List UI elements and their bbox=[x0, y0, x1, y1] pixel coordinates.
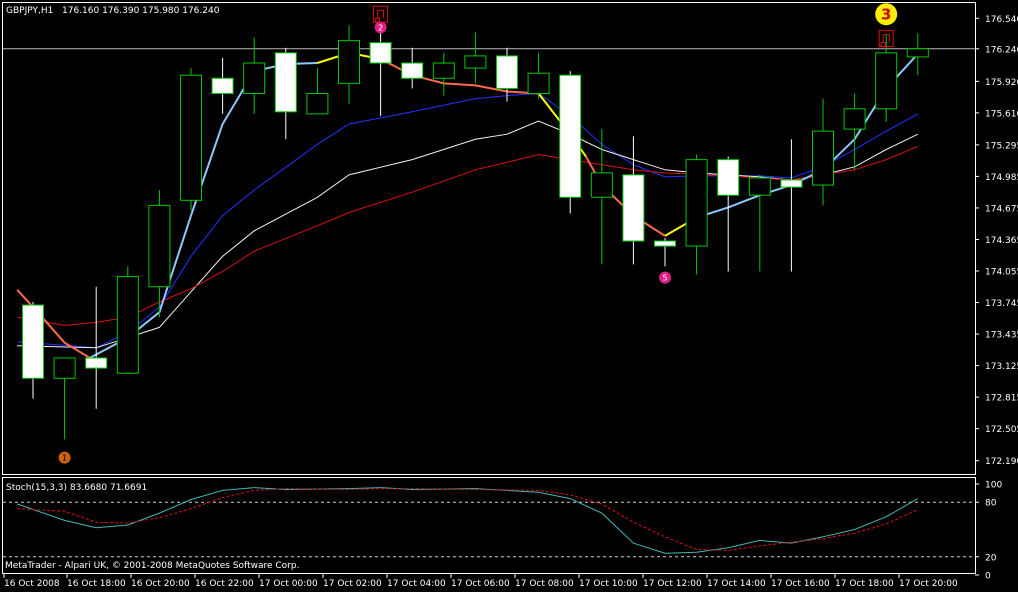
signal-marker: 2 bbox=[374, 21, 387, 34]
price-tick-label: 174.985 bbox=[985, 173, 1018, 183]
stochastic-title: Stoch(15,3,3) 83.6680 71.6691 bbox=[6, 483, 147, 493]
time-tick-label: 17 Oct 20:00 bbox=[899, 579, 958, 589]
price-tick-label: 172.190 bbox=[985, 457, 1018, 467]
stochastic-tick-label: 100 bbox=[985, 481, 1002, 491]
price-tick-label: 174.365 bbox=[985, 236, 1018, 246]
stochastic-tick-label: 80 bbox=[985, 499, 997, 509]
signal-marker: 1 bbox=[58, 451, 71, 464]
time-tick-label: 17 Oct 00:00 bbox=[259, 579, 318, 589]
price-tick-label: 175.610 bbox=[985, 109, 1018, 119]
time-tick-label: 17 Oct 12:00 bbox=[643, 579, 702, 589]
price-tick-label: 174.055 bbox=[985, 267, 1018, 277]
price-tick-label: 173.125 bbox=[985, 362, 1018, 372]
price-tick-label: 176.540 bbox=[985, 15, 1018, 25]
price-tick-label: 176.240 bbox=[985, 45, 1018, 55]
stochastic-tick-label: 20 bbox=[985, 553, 997, 563]
time-tick-label: 16 Oct 2008 bbox=[4, 579, 60, 589]
time-tick-label: 16 Oct 22:00 bbox=[195, 579, 254, 589]
chart-header: GBPJPY,H1 bbox=[6, 6, 53, 16]
price-tick-label: 175.295 bbox=[985, 141, 1018, 151]
candle[interactable] bbox=[559, 71, 582, 214]
copyright-notice: MetaTrader - Alpari UK, © 2001-2008 Meta… bbox=[5, 561, 299, 571]
candle[interactable] bbox=[180, 68, 202, 211]
trading-chart[interactable]: 1 2 5 3 176.540 176.240 175.920 175.610 175.295… bbox=[0, 0, 1018, 592]
time-tick-label: 17 Oct 16:00 bbox=[771, 579, 830, 589]
time-tick-label: 17 Oct 06:00 bbox=[451, 579, 510, 589]
signal-marker: 3 bbox=[875, 3, 898, 26]
signal-marker-label: 5 bbox=[662, 273, 667, 282]
signal-marker-label: 2 bbox=[378, 23, 383, 32]
time-tick-label: 17 Oct 04:00 bbox=[387, 579, 446, 589]
time-tick-label: 16 Oct 20:00 bbox=[131, 579, 190, 589]
signal-marker-label: 1 bbox=[62, 453, 67, 462]
stochastic-tick-label: 0 bbox=[985, 572, 991, 582]
time-tick-label: 17 Oct 02:00 bbox=[323, 579, 382, 589]
candle[interactable] bbox=[116, 266, 139, 374]
price-tick-label: 175.920 bbox=[985, 78, 1018, 88]
price-tick-label: 172.505 bbox=[985, 425, 1018, 435]
time-tick-label: 17 Oct 14:00 bbox=[707, 579, 766, 589]
price-tick-label: 173.745 bbox=[985, 299, 1018, 309]
chart-quote: 176.160 176.390 175.980 176.240 bbox=[62, 6, 220, 16]
signal-marker-label: 3 bbox=[881, 6, 891, 24]
price-tick-label: 173.435 bbox=[985, 331, 1018, 341]
time-tick-label: 17 Oct 18:00 bbox=[835, 579, 894, 589]
price-tick-label: 172.815 bbox=[985, 394, 1018, 404]
price-tick-label: 174.675 bbox=[985, 204, 1018, 214]
signal-marker: 5 bbox=[659, 271, 671, 284]
time-tick-label: 16 Oct 18:00 bbox=[67, 579, 126, 589]
time-tick-label: 17 Oct 10:00 bbox=[579, 579, 638, 589]
time-tick-label: 17 Oct 08:00 bbox=[515, 579, 574, 589]
